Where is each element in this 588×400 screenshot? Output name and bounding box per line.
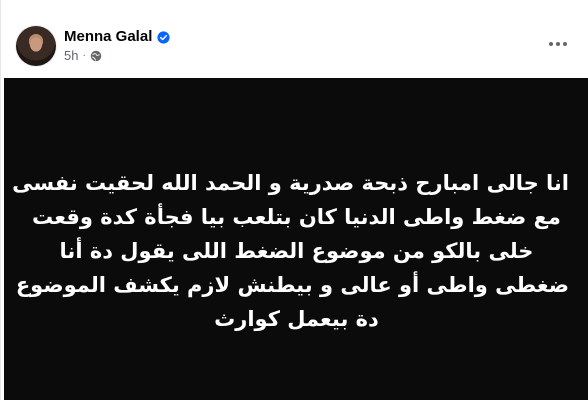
author-avatar[interactable]: [16, 26, 56, 66]
meta-separator: ·: [82, 50, 86, 61]
author-name-row: Menna Galal: [64, 28, 170, 46]
globe-icon[interactable]: [90, 50, 102, 62]
post-text: انا جالى امبارح ذبحة صدرية و الحمد الله …: [12, 166, 569, 336]
more-options-icon: [549, 42, 553, 46]
post-text-line: انا جالى امبارح ذبحة صدرية و الحمد الله …: [12, 171, 569, 195]
more-options-button[interactable]: [540, 30, 576, 58]
post-text-line: ضغطى واطى أو عالى و بيطنش لازم يكشف المو…: [15, 273, 569, 297]
post-card: Menna Galal 5h · انا جالى امبارح ذبحة صد…: [0, 0, 588, 400]
post-text-line: خلى بالكو من موضوع الضغط اللى يقول دة أن…: [59, 239, 534, 263]
post-timestamp[interactable]: 5h: [64, 48, 78, 64]
post-meta: 5h ·: [64, 48, 102, 64]
post-text-line: مع ضغط واطى الدنيا كان بتلعب بيا فجأة كد…: [32, 205, 561, 229]
verified-badge-icon: [157, 30, 170, 44]
post-header: Menna Galal 5h ·: [1, 0, 588, 78]
avatar-photo: [22, 31, 50, 61]
post-text-background: انا جالى امبارح ذبحة صدرية و الحمد الله …: [4, 78, 588, 400]
author-name[interactable]: Menna Galal: [64, 28, 152, 46]
post-text-line: دة بيعمل كوارث: [214, 307, 379, 331]
